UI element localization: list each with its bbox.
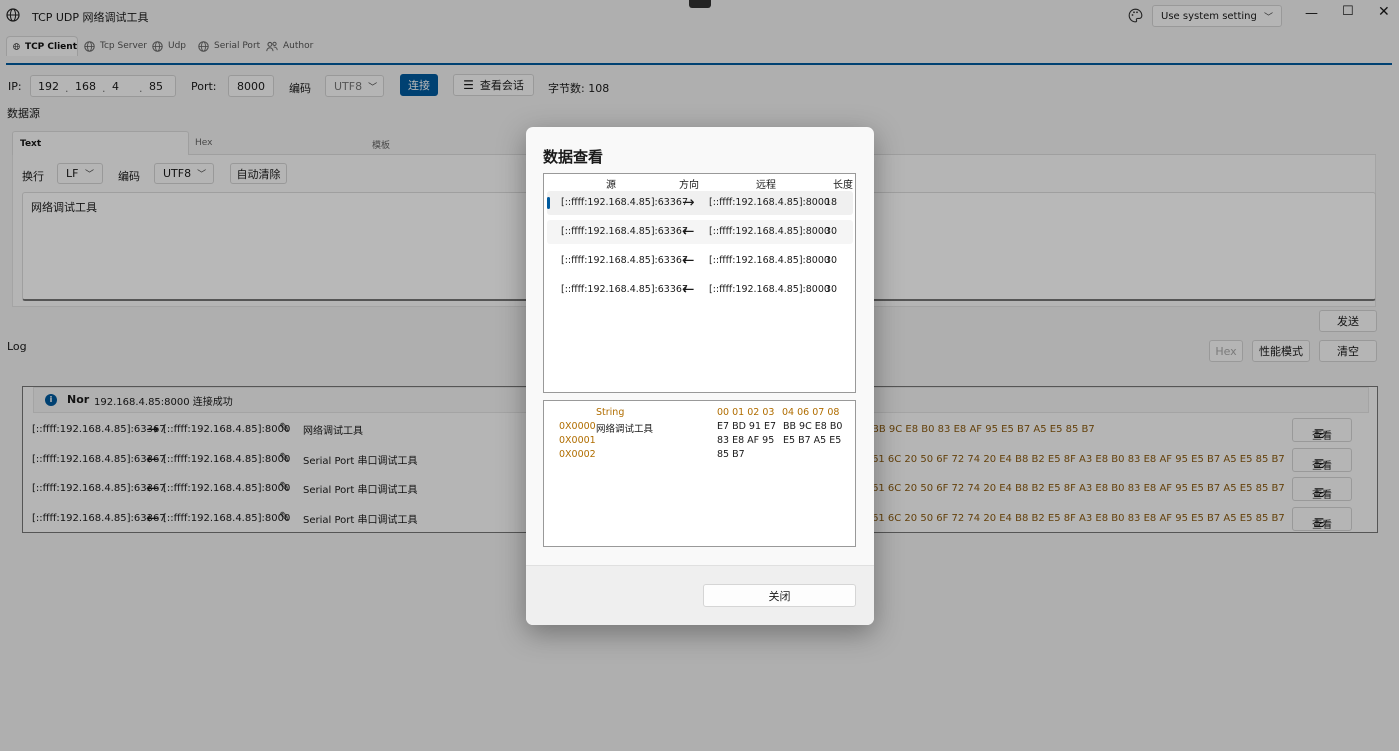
hex-offset: 0X0001 xyxy=(559,435,596,446)
hex-header-col2: 04 06 07 08 xyxy=(782,407,840,418)
hex-bytes: 83 E8 AF 95 xyxy=(717,435,775,446)
session-row[interactable]: [::ffff:192.168.4.85]:63367 ← [::ffff:19… xyxy=(547,249,853,273)
session-remote: [::ffff:192.168.4.85]:8000 xyxy=(709,284,830,295)
hex-bytes: E5 B7 A5 E5 xyxy=(783,435,842,446)
arrow-left-icon: ← xyxy=(682,251,695,269)
arrow-right-icon: → xyxy=(682,193,695,211)
hex-offset: 0X0000 xyxy=(559,421,596,432)
data-view-dialog: 数据查看 源 方向 远程 长度 [::ffff:192.168.4.85]:63… xyxy=(526,127,874,625)
column-header-remote: 远程 xyxy=(756,180,776,191)
dialog-title: 数据查看 xyxy=(543,148,604,166)
session-remote: [::ffff:192.168.4.85]:8000 xyxy=(709,255,830,266)
session-remote: [::ffff:192.168.4.85]:8000 xyxy=(709,197,830,208)
hex-offset: 0X0002 xyxy=(559,449,596,460)
hex-bytes: 85 B7 xyxy=(717,449,745,460)
session-source: [::ffff:192.168.4.85]:63367 xyxy=(561,226,688,237)
session-remote: [::ffff:192.168.4.85]:8000 xyxy=(709,226,830,237)
selection-indicator xyxy=(547,197,550,209)
session-length: 30 xyxy=(825,284,838,295)
session-length: 30 xyxy=(825,255,838,266)
hex-bytes: E7 BD 91 E7 xyxy=(717,421,777,432)
session-row[interactable]: [::ffff:192.168.4.85]:63367 ← [::ffff:19… xyxy=(547,220,853,244)
arrow-left-icon: ← xyxy=(682,222,695,240)
session-length: 18 xyxy=(825,197,838,208)
close-dialog-label: 关闭 xyxy=(768,589,791,603)
hex-header-string: String xyxy=(596,407,625,418)
session-source: [::ffff:192.168.4.85]:63367 xyxy=(561,197,688,208)
column-header-direction: 方向 xyxy=(679,180,699,191)
session-source: [::ffff:192.168.4.85]:63367 xyxy=(561,255,688,266)
hex-string-value: 网络调试工具 xyxy=(596,424,654,435)
session-row[interactable]: [::ffff:192.168.4.85]:63367 ← [::ffff:19… xyxy=(547,278,853,302)
hex-header-col1: 00 01 02 03 xyxy=(717,407,775,418)
column-header-source: 源 xyxy=(606,180,616,191)
column-header-length: 长度 xyxy=(833,180,853,191)
hex-view: String 00 01 02 03 04 06 07 08 0X0000 网络… xyxy=(543,400,856,547)
hex-bytes: BB 9C E8 B0 xyxy=(783,421,843,432)
arrow-left-icon: ← xyxy=(682,280,695,298)
session-length: 30 xyxy=(825,226,838,237)
close-dialog-button[interactable]: 关闭 xyxy=(703,584,856,607)
dialog-footer: 关闭 xyxy=(526,565,874,625)
session-table: 源 方向 远程 长度 [::ffff:192.168.4.85]:63367 →… xyxy=(543,173,856,393)
session-row[interactable]: [::ffff:192.168.4.85]:63367 → [::ffff:19… xyxy=(547,191,853,215)
session-source: [::ffff:192.168.4.85]:63367 xyxy=(561,284,688,295)
